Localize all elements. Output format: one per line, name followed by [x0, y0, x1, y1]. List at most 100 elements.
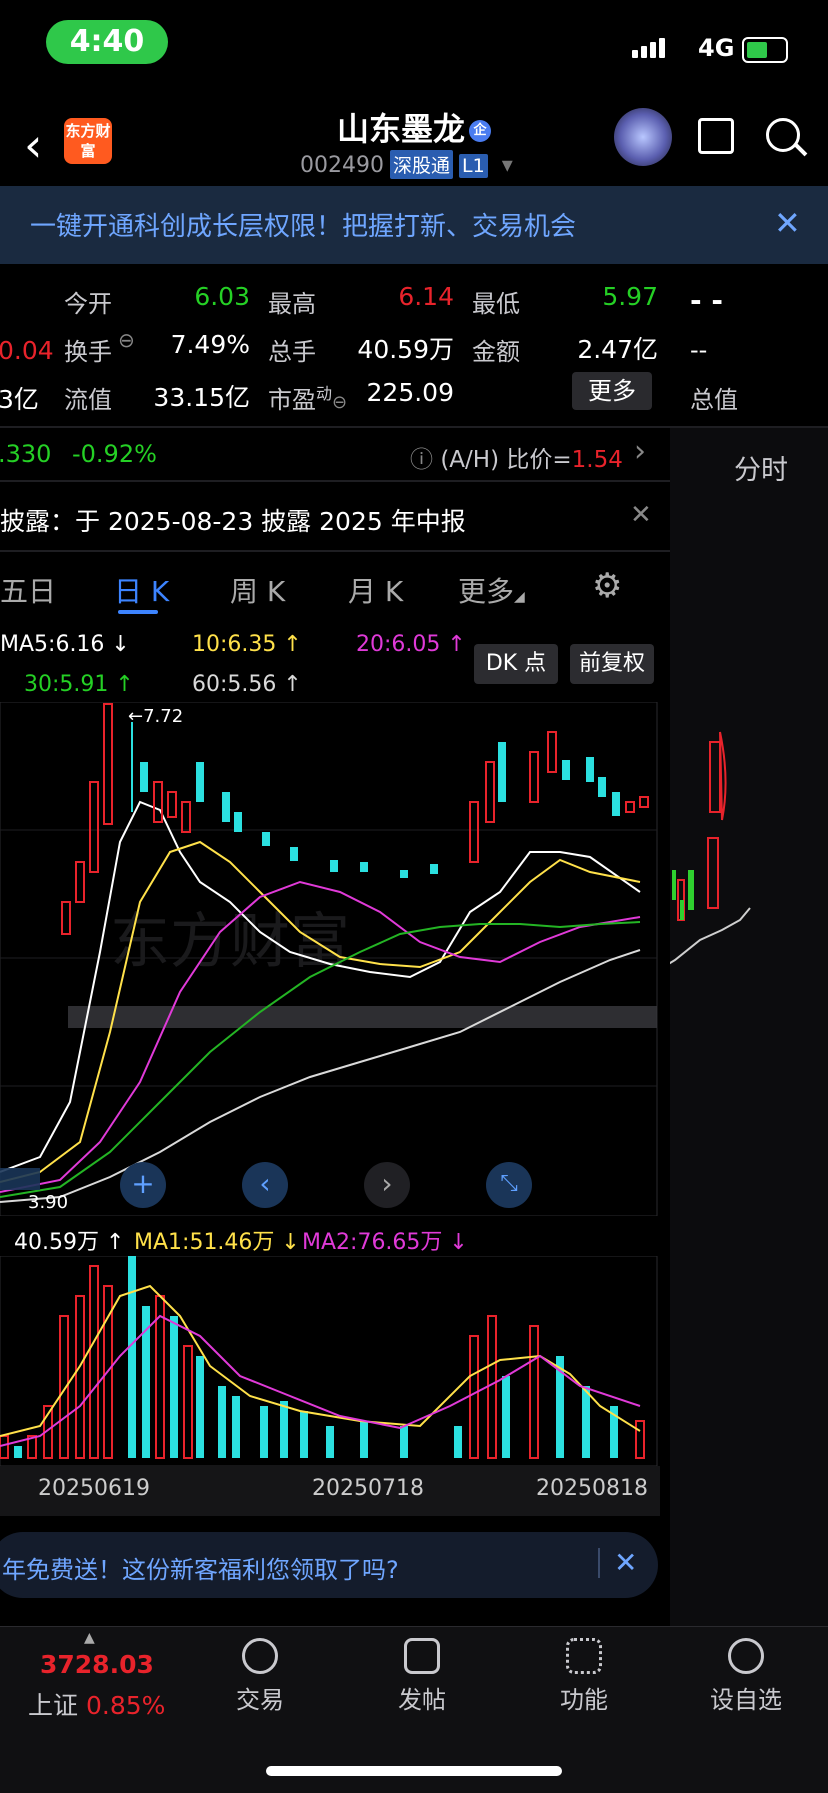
tag-l1: L1: [459, 154, 488, 178]
float-value: 33.15亿: [153, 383, 250, 412]
dropdown-icon[interactable]: ▾: [502, 153, 513, 178]
stock-subtitle: 002490 深股通 L1 ▾: [300, 150, 513, 179]
ah-ratio[interactable]: ⓘ (A/H) 比价=1.54: [410, 440, 623, 474]
pe-info-icon[interactable]: ⊖: [332, 392, 347, 413]
high-marker: ←7.72: [128, 706, 184, 727]
enterprise-badge: 企: [469, 120, 491, 142]
nav-trade-label: 交易: [236, 1686, 284, 1714]
ah-ratio-value: 1.54: [571, 447, 623, 473]
more-button[interactable]: 更多: [572, 372, 652, 410]
vol-ma2-label: MA2:76.65万 ↓: [302, 1230, 468, 1255]
promo-close-icon[interactable]: ✕: [614, 1546, 637, 1579]
right-panel: [670, 428, 828, 1628]
date-label-2: 20250718: [312, 1476, 424, 1501]
banner-close-icon[interactable]: ✕: [774, 204, 801, 242]
float-label: 流值: [64, 386, 112, 414]
index-value[interactable]: 3728.03: [40, 1650, 154, 1679]
low-value: 5.97: [602, 282, 658, 311]
hk-price: .330: [0, 440, 52, 468]
ma10-label: 10:6.35 ↑: [192, 632, 302, 657]
divider: [0, 550, 670, 552]
tab-5day[interactable]: 五日: [0, 570, 56, 610]
chevron-left-icon[interactable]: ‹: [242, 1162, 288, 1208]
total-value-label: 总值: [690, 386, 738, 414]
open-label: 今开: [64, 290, 112, 318]
turnover-value: 7.49%: [170, 330, 250, 359]
info-icon[interactable]: ⊖: [118, 328, 135, 352]
signal-icon: [632, 38, 668, 58]
ma20-label: 20:6.05 ↑: [356, 632, 466, 657]
dk-button[interactable]: DK 点: [474, 644, 558, 684]
low-marker: 3.90: [28, 1192, 69, 1213]
pe-label: 市盈动⊖: [268, 380, 347, 415]
assistant-avatar-icon[interactable]: [614, 108, 672, 166]
chevron-right-icon[interactable]: ›: [364, 1162, 410, 1208]
amount-value: 2.47亿: [577, 335, 658, 364]
expand-icon[interactable]: ⤡: [486, 1162, 532, 1208]
index-name: 上证: [28, 1691, 79, 1720]
tag-sgt: 深股通: [389, 150, 453, 179]
low-label: 最低: [472, 290, 520, 318]
partial-value-2: 3亿: [0, 385, 39, 414]
ma30-label: 30:5.91 ↑: [24, 672, 134, 697]
hk-change: -0.92%: [72, 440, 157, 468]
vol-ma1-label: MA1:51.46万 ↓: [134, 1230, 300, 1255]
nav-post[interactable]: 发帖: [362, 1638, 482, 1715]
pe-sup: 动: [316, 384, 333, 403]
open-value: 6.03: [194, 282, 250, 311]
high-value: 6.14: [398, 282, 454, 311]
status-time: 4:40: [46, 20, 168, 64]
nav-watchlist[interactable]: 设自选: [686, 1638, 806, 1715]
ma5-label: MA5:6.16 ↓: [0, 632, 130, 657]
right-mini-chart: [670, 731, 751, 965]
more-dots-icon: [728, 1638, 764, 1674]
promo-text[interactable]: 年免费送！这份新客福利您领取了吗?: [2, 1550, 399, 1585]
help-icon: ⓘ: [410, 447, 441, 473]
nav-trade[interactable]: 交易: [200, 1638, 320, 1715]
share-icon[interactable]: [698, 118, 734, 154]
date-label-1: 20250619: [38, 1476, 150, 1501]
total-value-dash-2: --: [690, 336, 708, 364]
promo-divider: [598, 1548, 600, 1578]
tab-intraday[interactable]: 分时: [734, 448, 788, 487]
total-value-dash: - -: [690, 284, 723, 317]
tab-more-label: 更多: [458, 575, 515, 608]
divider: [0, 480, 670, 482]
gear-icon[interactable]: ⚙: [592, 566, 622, 606]
nav-functions-label: 功能: [560, 1686, 608, 1714]
banner-text[interactable]: 一键开通科创成长层权限！把握打新、交易机会: [30, 206, 576, 243]
tab-more[interactable]: 更多◢: [458, 570, 525, 610]
tab-week-k[interactable]: 周 K: [230, 570, 285, 610]
home-indicator[interactable]: [266, 1766, 562, 1776]
battery-icon: [742, 37, 788, 63]
nav-post-label: 发帖: [398, 1686, 446, 1714]
volume-chart: [0, 1256, 658, 1466]
svg-text:东方财富: 东方财富: [110, 907, 350, 977]
date-label-3: 20250818: [536, 1476, 648, 1501]
grid-icon: [566, 1638, 602, 1674]
nav-watchlist-label: 设自选: [710, 1686, 782, 1714]
volume-value-label: 40.59万 ↑: [14, 1230, 125, 1255]
stock-code: 002490: [300, 153, 384, 178]
index-row[interactable]: 上证 0.85%: [28, 1686, 165, 1722]
zoom-in-icon[interactable]: +: [120, 1162, 166, 1208]
pe-value: 225.09: [366, 378, 454, 407]
pe-label-text: 市盈: [268, 386, 316, 414]
index-change: 0.85%: [85, 1691, 166, 1720]
adjust-button[interactable]: 前复权: [570, 644, 654, 684]
amount-label: 金额: [472, 338, 520, 366]
tab-underline: [118, 610, 158, 614]
volume-label: 总手: [268, 338, 316, 366]
caret-up-icon: ▲: [84, 1630, 95, 1646]
candlestick-chart[interactable]: 东方财富: [0, 702, 660, 1216]
network-label: 4G: [698, 34, 735, 62]
trade-icon: [242, 1638, 278, 1674]
high-label: 最高: [268, 290, 316, 318]
chevron-right-icon[interactable]: ›: [634, 434, 646, 469]
tab-day-k[interactable]: 日 K: [114, 570, 169, 610]
nav-functions[interactable]: 功能: [524, 1638, 644, 1715]
notice-text[interactable]: 披露：于 2025-08-23 披露 2025 年中报: [0, 502, 466, 538]
tab-month-k[interactable]: 月 K: [348, 570, 403, 610]
ma60-label: 60:5.56 ↑: [192, 672, 302, 697]
notice-close-icon[interactable]: ✕: [630, 500, 652, 530]
